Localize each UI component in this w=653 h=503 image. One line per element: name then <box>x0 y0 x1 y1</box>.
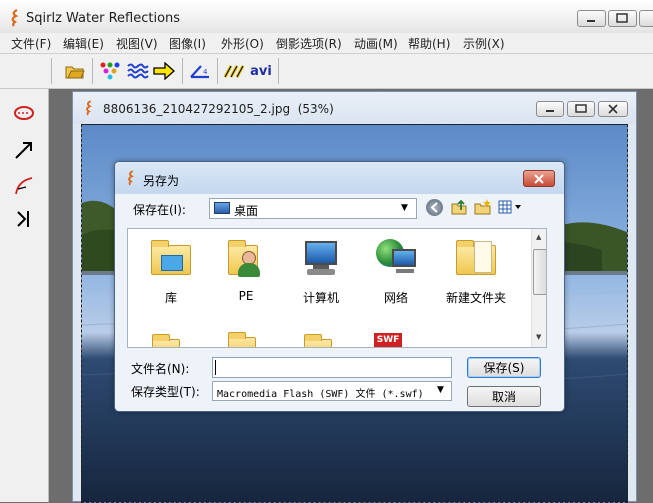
menu-shape[interactable]: 外形(O) <box>221 35 264 52</box>
scrollbar-thumb[interactable] <box>533 249 546 295</box>
file-label: 库 <box>164 291 177 305</box>
maximize-button[interactable] <box>608 10 637 27</box>
file-label: 计算机 <box>302 291 339 305</box>
dialog-close-button[interactable] <box>523 170 555 187</box>
image-window-titlebar: 8806136_210427292105_2.jpg (53%) <box>73 92 636 124</box>
filename-input[interactable] <box>212 357 452 378</box>
menu-help[interactable]: 帮助(H) <box>408 35 450 52</box>
save-button[interactable]: 保存(S) <box>467 357 541 378</box>
save-in-dropdown[interactable]: 桌面 ▼ <box>209 198 417 219</box>
list-item[interactable]: 计算机 <box>286 235 356 306</box>
perspective-icon[interactable]: 4 <box>188 59 212 83</box>
toolbar-separator <box>51 58 52 84</box>
chevron-down-icon: ▼ <box>536 333 542 341</box>
close-button[interactable] <box>639 10 653 27</box>
swf-file-icon: SWF <box>372 329 412 347</box>
back-icon[interactable] <box>426 199 443 216</box>
curve-tool-icon[interactable] <box>6 172 42 200</box>
list-item[interactable]: 新建文件夹 <box>441 235 511 306</box>
filetype-dropdown[interactable]: Macromedia Flash (SWF) 文件 (*.swf) ▼ <box>212 381 452 401</box>
chevron-up-icon: ▲ <box>536 233 542 241</box>
line-arrow-tool-icon[interactable] <box>6 136 42 164</box>
arrow-right-icon[interactable] <box>152 59 176 83</box>
file-list-scrollbar[interactable]: ▲ ▼ <box>531 229 546 347</box>
ellipse-tool-icon[interactable] <box>6 99 42 127</box>
water-waves-icon[interactable] <box>126 59 150 83</box>
filename-label: 文件名(N): <box>131 362 190 376</box>
list-item[interactable]: 网络 <box>361 235 431 306</box>
folder-icon <box>148 333 184 347</box>
dialog-app-icon <box>125 170 137 189</box>
app-logo-icon <box>8 9 22 30</box>
up-folder-icon[interactable] <box>450 198 468 216</box>
svg-text:4: 4 <box>203 68 208 76</box>
new-folder-icon[interactable] <box>474 198 492 216</box>
dialog-title: 另存为 <box>143 174 180 188</box>
app-title: Sqirlz Water Reflections <box>26 11 181 26</box>
color-dots-icon[interactable] <box>98 59 122 83</box>
list-item[interactable]: PE <box>211 235 281 303</box>
toolbar-separator <box>92 58 93 84</box>
cancel-button[interactable]: 取消 <box>467 386 541 407</box>
desktop-icon <box>214 202 230 214</box>
open-folder-icon[interactable] <box>64 59 86 83</box>
view-menu-icon[interactable] <box>498 199 524 215</box>
file-label: 网络 <box>383 291 408 305</box>
menu-bar: 文件(F) 编辑(E) 视图(V) 图像(I) 外形(O) 倒影选项(R) 动画… <box>0 33 653 54</box>
save-as-dialog: 另存为 保存在(I): 桌面 ▼ 库 PE 计算机 网络 新建文件夹 SWF ▲… <box>114 161 565 412</box>
menu-file[interactable]: 文件(F) <box>11 35 51 52</box>
user-folder-icon <box>222 235 270 283</box>
save-in-label: 保存在(I): <box>133 203 186 217</box>
save-in-value: 桌面 <box>234 204 259 218</box>
image-file-icon <box>83 100 95 119</box>
app-titlebar: Sqirlz Water Reflections <box>0 0 653 34</box>
filetype-value: Macromedia Flash (SWF) 文件 (*.swf) <box>217 389 424 400</box>
toolbar-separator <box>278 58 279 84</box>
file-label: 新建文件夹 <box>445 291 506 305</box>
rain-streaks-icon[interactable] <box>222 59 246 83</box>
image-maximize-button[interactable] <box>567 101 595 117</box>
close-icon <box>534 173 544 184</box>
minimize-button[interactable] <box>577 10 606 27</box>
menu-image[interactable]: 图像(I) <box>169 35 206 52</box>
menu-edit[interactable]: 编辑(E) <box>63 35 104 52</box>
file-label: PE <box>238 289 254 303</box>
toolbar-separator <box>182 58 183 84</box>
chevron-down-icon: ▼ <box>437 385 444 395</box>
dialog-titlebar: 另存为 <box>115 162 564 194</box>
swf-badge: SWF <box>374 333 402 347</box>
toolbar: 4 avi <box>0 54 653 89</box>
image-minimize-button[interactable] <box>536 101 564 117</box>
export-avi-button[interactable]: avi <box>249 59 273 83</box>
menu-reflection-options[interactable]: 倒影选项(R) <box>276 35 342 52</box>
folder-icon <box>300 333 336 347</box>
filetype-label: 保存类型(T): <box>131 385 200 399</box>
toolbar-separator <box>217 58 218 84</box>
image-zoom-level: (53%) <box>297 102 334 116</box>
image-close-button[interactable] <box>598 101 628 117</box>
list-item[interactable]: 库 <box>136 235 206 306</box>
folder-icon <box>224 329 260 347</box>
folder-icon <box>452 235 500 283</box>
menu-view[interactable]: 视图(V) <box>116 35 158 52</box>
left-toolbar <box>0 89 49 502</box>
computer-icon <box>297 235 345 283</box>
menu-animation[interactable]: 动画(M) <box>354 35 398 52</box>
menu-examples[interactable]: 示例(X) <box>463 35 505 52</box>
library-icon <box>147 235 195 283</box>
image-window-title: 8806136_210427292105_2.jpg (53%) <box>103 102 334 116</box>
skip-tool-icon[interactable] <box>6 205 42 233</box>
text-caret <box>215 360 216 375</box>
image-filename: 8806136_210427292105_2.jpg <box>103 102 291 116</box>
file-list[interactable]: 库 PE 计算机 网络 新建文件夹 SWF ▲ ▼ <box>127 228 547 348</box>
network-icon <box>372 235 420 283</box>
chevron-down-icon: ▼ <box>401 203 408 213</box>
